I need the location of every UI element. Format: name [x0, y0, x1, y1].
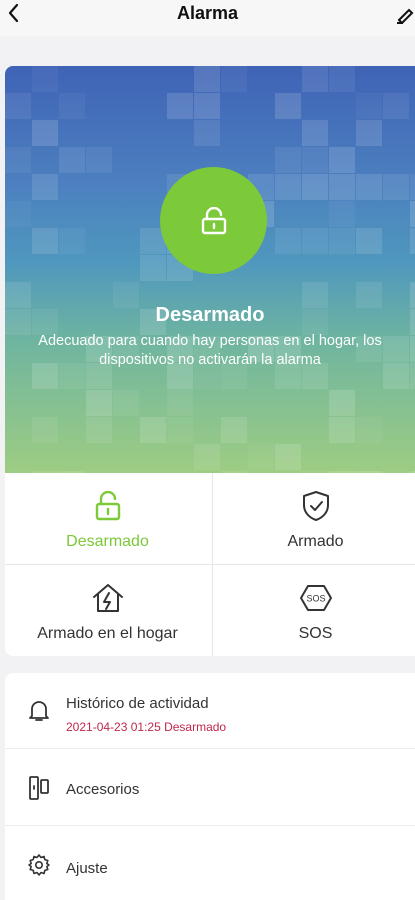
pixel-tile [383, 93, 409, 119]
pixel-tile [32, 228, 58, 254]
pixel-tile [329, 66, 355, 92]
pixel-tile [86, 147, 112, 173]
mode-label: Desarmado [66, 533, 149, 550]
pixel-tile [5, 147, 31, 173]
pixel-tile [275, 228, 301, 254]
pixel-tile [410, 174, 415, 200]
pixel-tile [410, 336, 415, 362]
page-title: Alarma [176, 3, 239, 23]
pixel-tile [329, 390, 355, 416]
mode-disarmed-button[interactable]: Desarmado [5, 473, 210, 564]
pixel-tile [59, 147, 85, 173]
pixel-tile [302, 120, 328, 146]
pixel-tile [329, 147, 355, 173]
alarm-card: Desarmado Adecuado para cuando hay perso… [5, 66, 415, 656]
mode-label: SOS [298, 625, 333, 642]
pixel-tile [302, 228, 328, 254]
mode-sos-button[interactable]: SOS SOS [213, 565, 415, 656]
pixel-tile [140, 255, 166, 281]
pixel-tile [329, 228, 355, 254]
pixel-tile [194, 93, 220, 119]
svg-text:SOS: SOS [306, 594, 325, 604]
pixel-tile [5, 201, 31, 227]
pixel-tile [275, 174, 301, 200]
pixel-tile [5, 93, 31, 119]
pixel-tile [275, 444, 301, 470]
status-title: Desarmado [155, 304, 265, 326]
door-sensor-icon [27, 776, 51, 800]
pixel-tile [410, 201, 415, 227]
mode-label: Armado [287, 533, 344, 550]
pixel-tile [86, 417, 112, 443]
edit-button[interactable] [393, 4, 415, 24]
status-description: Adecuado para cuando hay personas en el … [38, 333, 382, 368]
pixel-tile [275, 93, 301, 119]
pixel-tile [221, 66, 247, 92]
mode-grid: Desarmado Armado Armado en el hogar SOS … [5, 473, 415, 656]
pixel-tile [59, 228, 85, 254]
list-item-accessories[interactable]: Accesorios [5, 749, 415, 825]
status-hero: Desarmado Adecuado para cuando hay perso… [5, 66, 415, 473]
pixel-tile [32, 174, 58, 200]
pixel-tile [356, 417, 382, 443]
status-toggle[interactable] [160, 167, 267, 274]
pixel-tile [329, 417, 355, 443]
pixel-tile [167, 390, 193, 416]
pencil-icon [397, 8, 414, 24]
pixel-tile [329, 201, 355, 227]
mode-label: Armado en el hogar [37, 625, 178, 642]
pixel-tile [302, 66, 328, 92]
pixel-tile [167, 417, 193, 443]
settings-label: Ajuste [66, 860, 108, 877]
pixel-tile [356, 228, 382, 254]
pixel-tile [140, 417, 166, 443]
pixel-tile [410, 363, 415, 389]
pixel-tile [248, 444, 274, 470]
pixel-tile [356, 120, 382, 146]
pixel-tile [194, 444, 220, 470]
sos-icon: SOS [299, 581, 333, 615]
bell-icon [27, 699, 51, 723]
pixel-tile [32, 66, 58, 92]
pixel-tile [302, 174, 328, 200]
pixel-tile [329, 174, 355, 200]
pixel-tile [356, 174, 382, 200]
pixel-tile [86, 390, 112, 416]
mode-armed-button[interactable]: Armado [213, 473, 415, 564]
pixel-tile [356, 93, 382, 119]
last-activity-text: 2021-04-23 01:25 Desarmado [66, 720, 227, 734]
options-list: Histórico de actividad 2021-04-23 01:25 … [5, 673, 415, 900]
pixel-tile [383, 336, 409, 362]
pixel-tile [32, 417, 58, 443]
pixel-tile [383, 174, 409, 200]
unlock-icon [201, 206, 226, 234]
shield-check-icon [299, 489, 333, 523]
pixel-tile [167, 93, 193, 119]
pixel-tile [194, 120, 220, 146]
activity-history-label: Histórico de actividad [66, 695, 209, 712]
pixel-tile [302, 147, 328, 173]
list-item-settings[interactable]: Ajuste [5, 826, 415, 900]
home-alarm-icon [91, 581, 125, 615]
pixel-tile [113, 390, 139, 416]
pixel-tile [410, 228, 415, 254]
top-bar: Alarma [0, 0, 415, 36]
gear-icon [27, 853, 51, 877]
list-item-activity-history[interactable]: Histórico de actividad 2021-04-23 01:25 … [5, 673, 415, 748]
pixel-tile [275, 147, 301, 173]
accessories-label: Accesorios [66, 781, 140, 798]
pixel-tile [194, 66, 220, 92]
pixel-tile [383, 363, 409, 389]
pixel-tile [221, 417, 247, 443]
unlock-icon [91, 489, 125, 523]
pixel-tile [59, 93, 85, 119]
pixel-tile [32, 120, 58, 146]
mode-home-armed-button[interactable]: Armado en el hogar [5, 565, 210, 656]
